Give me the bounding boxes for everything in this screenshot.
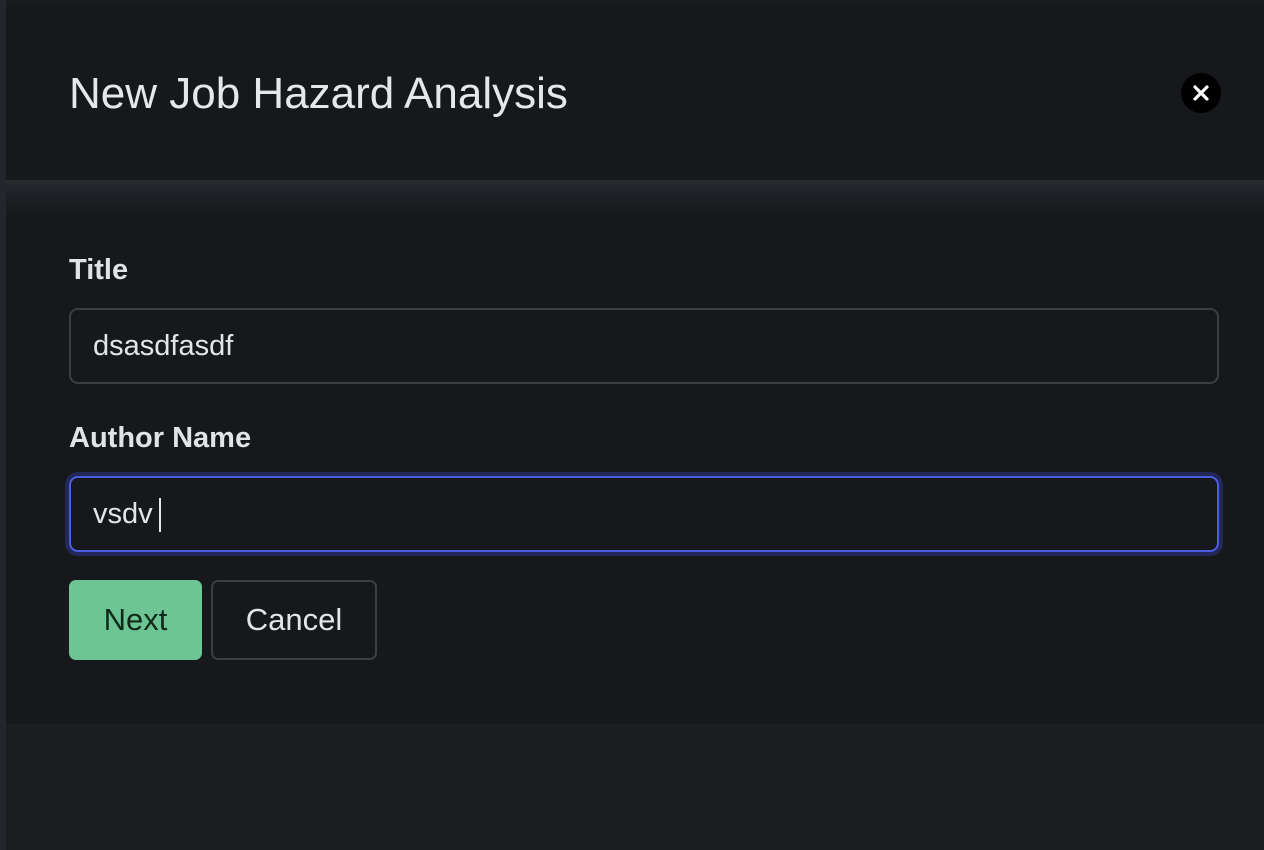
modal-header: New Job Hazard Analysis <box>6 4 1264 180</box>
close-icon <box>1192 84 1210 102</box>
modal-title: New Job Hazard Analysis <box>69 69 568 118</box>
cancel-button[interactable]: Cancel <box>211 580 377 660</box>
text-caret <box>159 498 161 532</box>
job-hazard-analysis-modal: New Job Hazard Analysis Title Author Nam… <box>6 4 1264 724</box>
author-name-input[interactable] <box>69 476 1219 552</box>
header-divider <box>6 180 1264 216</box>
next-button[interactable]: Next <box>69 580 202 660</box>
title-input[interactable] <box>69 308 1219 384</box>
backdrop-footer-area <box>6 724 1264 850</box>
title-label: Title <box>69 254 129 286</box>
close-button[interactable] <box>1181 73 1221 113</box>
author-name-label: Author Name <box>69 422 252 454</box>
